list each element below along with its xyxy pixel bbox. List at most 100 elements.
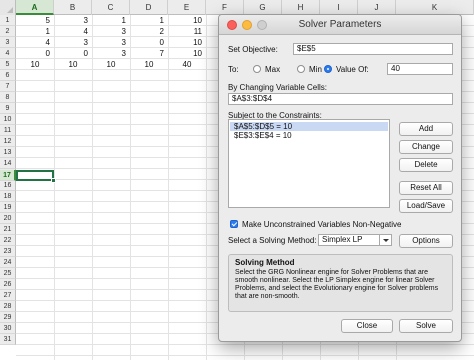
options-button[interactable]: Options	[399, 234, 453, 248]
cell[interactable]: 1	[16, 26, 54, 37]
change-button[interactable]: Change	[399, 140, 453, 154]
objective-field[interactable]: $E$5	[293, 43, 453, 55]
cell[interactable]: 40	[168, 59, 206, 70]
constraints-list[interactable]: $A$5:$D$5 = 10 $E$3:$E$4 = 10	[228, 119, 390, 208]
column-header[interactable]: F	[206, 0, 244, 15]
value-of-radio[interactable]	[324, 65, 332, 73]
column-header[interactable]: H	[282, 0, 320, 15]
cell[interactable]: 5	[16, 15, 54, 26]
row-header[interactable]: 22	[0, 235, 16, 246]
solve-button[interactable]: Solve	[399, 319, 453, 333]
row-header[interactable]: 27	[0, 290, 16, 301]
column-header[interactable]: A	[16, 0, 54, 15]
cell[interactable]: 1	[92, 15, 130, 26]
row-header[interactable]: 23	[0, 246, 16, 257]
add-button[interactable]: Add	[399, 122, 453, 136]
cell[interactable]: 10	[16, 59, 54, 70]
row-header[interactable]: 20	[0, 213, 16, 224]
cell[interactable]: 0	[54, 48, 92, 59]
cell[interactable]: 2	[130, 26, 168, 37]
cell[interactable]: 3	[92, 26, 130, 37]
cell[interactable]: 10	[168, 48, 206, 59]
max-radio[interactable]	[253, 65, 261, 73]
row-header[interactable]: 2	[0, 26, 16, 37]
row-header[interactable]: 19	[0, 202, 16, 213]
title-bar[interactable]: Solver Parameters	[219, 15, 461, 35]
row-header[interactable]: 28	[0, 301, 16, 312]
column-header[interactable]: I	[320, 0, 358, 15]
row-header[interactable]: 16	[0, 180, 16, 191]
column-header[interactable]: J	[358, 0, 396, 15]
row-header-selected[interactable]: 17	[0, 170, 16, 181]
solving-method-label: Select a Solving Method:	[228, 236, 317, 245]
row-header[interactable]: 26	[0, 279, 16, 290]
select-all-corner[interactable]	[0, 0, 16, 15]
solver-parameters-dialog: Solver Parameters Set Objective: $E$5 To…	[218, 14, 462, 342]
row-header[interactable]: 7	[0, 81, 16, 92]
row-header[interactable]: 14	[0, 158, 16, 169]
column-header[interactable]: G	[244, 0, 282, 15]
list-item[interactable]: $A$5:$D$5 = 10	[230, 122, 388, 131]
row-header[interactable]: 31	[0, 334, 16, 345]
row-header[interactable]: 8	[0, 92, 16, 103]
row-header[interactable]: 6	[0, 70, 16, 81]
corner-triangle-icon	[7, 7, 13, 13]
cell[interactable]: 10	[92, 59, 130, 70]
active-cell-a17[interactable]	[16, 170, 54, 181]
value-of-field[interactable]: 40	[387, 63, 453, 75]
cell[interactable]: 0	[16, 48, 54, 59]
cell[interactable]: 10	[168, 37, 206, 48]
min-radio[interactable]	[297, 65, 305, 73]
row-header[interactable]: 3	[0, 37, 16, 48]
cell[interactable]: 4	[16, 37, 54, 48]
cell[interactable]: 10	[54, 59, 92, 70]
solving-method-title: Solving Method	[235, 258, 295, 267]
cell[interactable]: 3	[54, 37, 92, 48]
column-header[interactable]: C	[92, 0, 130, 15]
cell[interactable]: 10	[130, 59, 168, 70]
solving-method-value: Simplex LP	[322, 235, 363, 244]
reset-all-button[interactable]: Reset All	[399, 181, 453, 195]
changing-cells-field[interactable]: $A$3:$D$4	[228, 93, 453, 105]
cell[interactable]: 3	[92, 48, 130, 59]
cell[interactable]: 3	[54, 15, 92, 26]
row-header[interactable]: 13	[0, 147, 16, 158]
table-row	[16, 345, 474, 356]
delete-button[interactable]: Delete	[399, 158, 453, 172]
list-item[interactable]: $E$3:$E$4 = 10	[230, 131, 388, 140]
nonnegative-checkbox[interactable]	[230, 220, 238, 228]
cell[interactable]: 4	[54, 26, 92, 37]
value-of-label: Value Of:	[336, 65, 369, 74]
row-header[interactable]: 11	[0, 125, 16, 136]
min-label: Min	[309, 65, 322, 74]
column-header[interactable]: B	[54, 0, 92, 15]
row-header[interactable]: 9	[0, 103, 16, 114]
row-header[interactable]: 25	[0, 268, 16, 279]
row-header[interactable]: 5	[0, 59, 16, 70]
cell[interactable]: 1	[130, 15, 168, 26]
row-header[interactable]: 1	[0, 15, 16, 26]
to-label: To:	[228, 65, 239, 74]
cell[interactable]: 3	[92, 37, 130, 48]
row-header[interactable]: 4	[0, 48, 16, 59]
column-header[interactable]: K	[396, 0, 474, 15]
fill-handle[interactable]	[51, 178, 56, 183]
row-header[interactable]: 12	[0, 136, 16, 147]
cell[interactable]: 10	[168, 15, 206, 26]
row-header[interactable]: 21	[0, 224, 16, 235]
row-header[interactable]: 29	[0, 312, 16, 323]
row-header[interactable]: 30	[0, 323, 16, 334]
cell[interactable]: 0	[130, 37, 168, 48]
solving-method-select[interactable]: Simplex LP	[318, 234, 392, 246]
cell[interactable]: 11	[168, 26, 206, 37]
column-header[interactable]: D	[130, 0, 168, 15]
changing-cells-label: By Changing Variable Cells:	[228, 83, 328, 92]
cell[interactable]: 7	[130, 48, 168, 59]
row-header[interactable]: 18	[0, 191, 16, 202]
close-button[interactable]: Close	[341, 319, 393, 333]
row-header[interactable]: 24	[0, 257, 16, 268]
row-header[interactable]: 10	[0, 114, 16, 125]
solving-method-description: Select the GRG Nonlinear engine for Solv…	[235, 269, 439, 300]
column-header[interactable]: E	[168, 0, 206, 15]
load-save-button[interactable]: Load/Save	[399, 199, 453, 213]
